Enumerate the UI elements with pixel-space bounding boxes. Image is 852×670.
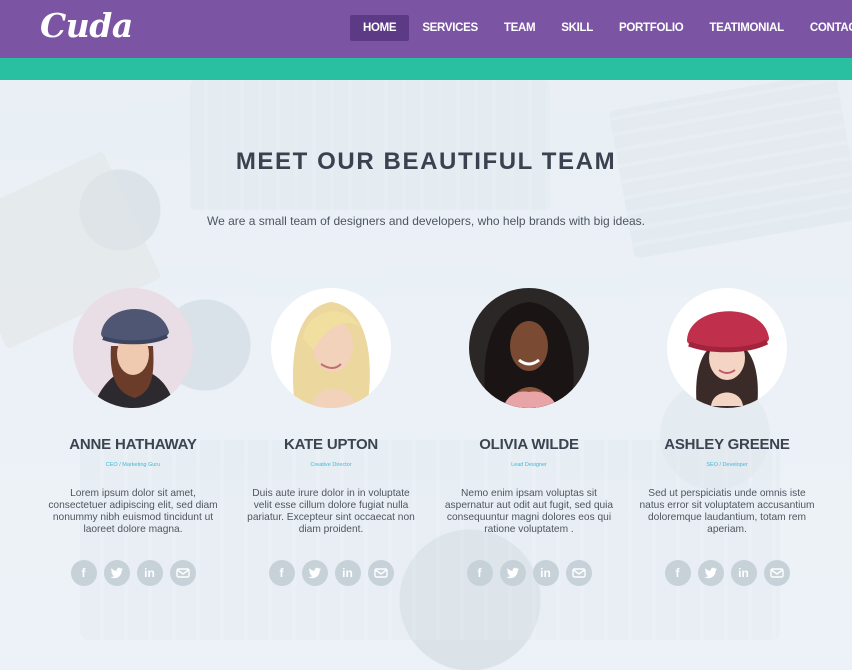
member-name: KATE UPTON (283, 436, 379, 453)
section-subtitle: We are a small team of designers and dev… (206, 214, 646, 228)
social-links: f in (439, 560, 619, 586)
member-role: CEO / Marketing Guru (105, 462, 161, 468)
mail-icon[interactable] (169, 560, 196, 586)
brand-logo[interactable]: Cuda (40, 6, 133, 45)
accent-strip (0, 58, 852, 80)
linkedin-glyph: in (738, 566, 749, 580)
team-member-card: ANNE HATHAWAY CEO / Marketing Guru Lorem… (43, 288, 223, 586)
member-name: ASHLEY GREENE (664, 436, 790, 453)
nav-item-testimonial[interactable]: TEATIMONIAL (696, 15, 796, 41)
linkedin-glyph: in (540, 566, 551, 580)
nav-item-home[interactable]: HOME (350, 15, 410, 41)
team-member-card: OLIVIA WILDE Lead Designer Nemo enim ips… (439, 288, 619, 586)
mail-icon[interactable] (763, 560, 790, 586)
linkedin-icon[interactable]: in (334, 560, 361, 586)
twitter-icon[interactable] (103, 560, 130, 586)
mail-icon[interactable] (367, 560, 394, 586)
social-links: f in (43, 560, 223, 586)
team-member-card: ASHLEY GREENE SEO / Developer Sed ut per… (637, 288, 817, 586)
team-member-card: KATE UPTON Creative Director Duis aute i… (241, 288, 421, 586)
facebook-icon[interactable]: f (664, 560, 691, 586)
member-name: ANNE HATHAWAY (69, 436, 197, 453)
twitter-icon[interactable] (697, 560, 724, 586)
member-bio: Lorem ipsum dolor sit amet, consectetuer… (48, 488, 218, 535)
linkedin-icon[interactable]: in (136, 560, 163, 586)
avatar (469, 288, 589, 408)
twitter-icon[interactable] (499, 560, 526, 586)
linkedin-icon[interactable]: in (730, 560, 757, 586)
facebook-icon[interactable]: f (268, 560, 295, 586)
linkedin-glyph: in (342, 566, 353, 580)
avatar (73, 288, 193, 408)
member-bio: Duis aute irure dolor in in voluptate ve… (247, 488, 415, 535)
member-bio: Nemo enim ipsam voluptas sit aspernatur … (444, 488, 614, 535)
member-name: OLIVIA WILDE (479, 436, 579, 453)
linkedin-icon[interactable]: in (532, 560, 559, 586)
team-section: MEET OUR BEAUTIFUL TEAM We are a small t… (0, 80, 852, 670)
nav-item-services[interactable]: SERVICES (409, 15, 491, 41)
facebook-icon[interactable]: f (70, 560, 97, 586)
avatar (667, 288, 787, 408)
avatar (271, 288, 391, 408)
linkedin-glyph: in (144, 566, 155, 580)
nav-item-skill[interactable]: SKILL (548, 15, 606, 41)
header-navbar: Cuda HOME SERVICES TEAM SKILL PORTFOLIO … (0, 0, 852, 58)
member-role: SEO / Developer (706, 462, 748, 468)
social-links: f in (637, 560, 817, 586)
section-title: MEET OUR BEAUTIFUL TEAM (235, 148, 617, 175)
facebook-glyph: f (279, 566, 284, 580)
member-role: Lead Designer (511, 462, 547, 468)
facebook-icon[interactable]: f (466, 560, 493, 586)
facebook-glyph: f (675, 566, 680, 580)
mail-icon[interactable] (565, 560, 592, 586)
nav-item-portfolio[interactable]: PORTFOLIO (606, 15, 696, 41)
twitter-icon[interactable] (301, 560, 328, 586)
main-nav: HOME SERVICES TEAM SKILL PORTFOLIO TEATI… (350, 15, 852, 41)
facebook-glyph: f (81, 566, 86, 580)
nav-item-contact[interactable]: CONTACT (797, 15, 852, 41)
member-role: Creative Director (310, 462, 352, 468)
social-links: f in (241, 560, 421, 586)
facebook-glyph: f (477, 566, 482, 580)
nav-item-team[interactable]: TEAM (491, 15, 548, 41)
member-bio: Sed ut perspiciatis unde omnis iste natu… (639, 488, 815, 535)
